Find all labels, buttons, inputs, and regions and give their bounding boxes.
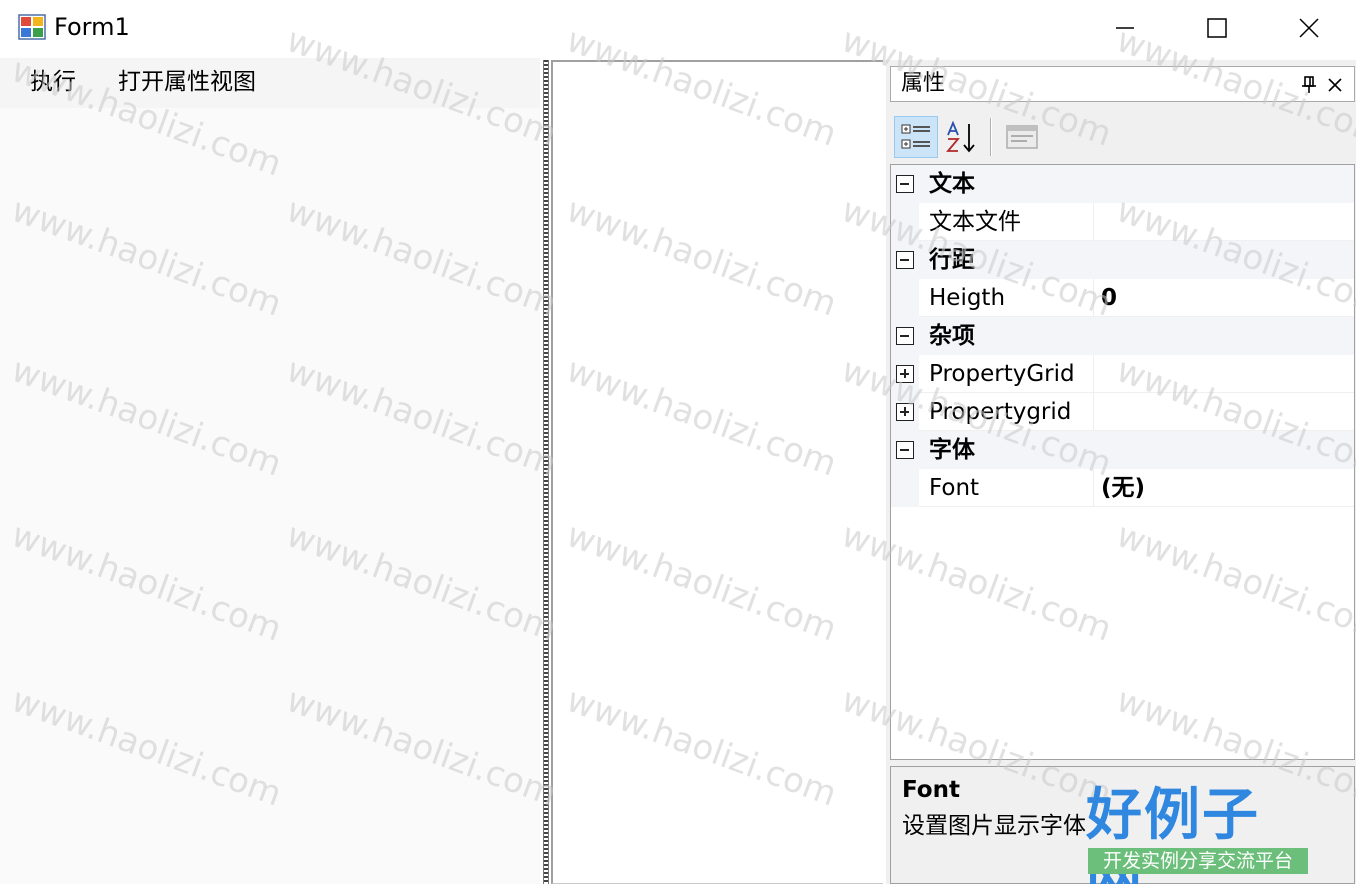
categorized-icon — [901, 124, 930, 149]
property-grid: 文本 文本文件 行距 Heigth 0 杂项 PropertyGrid Prop… — [890, 164, 1355, 760]
column-divider[interactable] — [1093, 355, 1094, 393]
collapse-icon[interactable] — [896, 441, 914, 459]
properties-toolbar — [890, 112, 1355, 162]
collapse-icon[interactable] — [896, 251, 914, 269]
maximize-icon — [1207, 18, 1227, 38]
property-pages-icon — [1006, 125, 1038, 149]
middle-panel — [551, 60, 883, 884]
collapse-icon[interactable] — [896, 175, 914, 193]
properties-dock: 属性 文本 文本文件 行距 Heigth 0 杂项 PropertyGrid P… — [886, 60, 1356, 884]
column-divider[interactable] — [1093, 393, 1094, 431]
help-title: Font — [902, 777, 960, 803]
property-pages-button[interactable] — [1000, 116, 1044, 158]
category-row: 字体 — [891, 431, 1354, 469]
help-pane: Font 设置图片显示字体 — [890, 766, 1355, 884]
alphabetical-icon — [946, 120, 975, 153]
property-row[interactable]: PropertyGrid — [891, 355, 1354, 393]
category-row: 行距 — [891, 241, 1354, 279]
property-name: Heigth — [929, 285, 1006, 311]
alphabetical-button[interactable] — [940, 116, 984, 158]
column-divider[interactable] — [1093, 279, 1094, 317]
category-label: 文本 — [929, 171, 975, 197]
categorized-button[interactable] — [894, 116, 938, 158]
category-label: 杂项 — [929, 323, 975, 349]
window-title: Form1 — [54, 13, 130, 41]
property-row[interactable]: Heigth 0 — [891, 279, 1354, 317]
expand-icon[interactable] — [896, 365, 914, 383]
minimize-icon — [1116, 27, 1134, 29]
help-description: 设置图片显示字体 — [902, 813, 1086, 839]
property-name: PropertyGrid — [929, 361, 1075, 387]
property-name: Font — [929, 475, 980, 501]
minimize-button[interactable] — [1079, 0, 1171, 56]
maximize-button[interactable] — [1171, 0, 1263, 56]
menu-item-execute[interactable]: 执行 — [28, 66, 78, 98]
property-row[interactable]: Propertygrid — [891, 393, 1354, 431]
category-label: 行距 — [929, 247, 975, 273]
property-row[interactable]: Font (无) — [891, 469, 1354, 507]
property-name: 文本文件 — [929, 209, 1021, 235]
properties-header: 属性 — [890, 66, 1355, 102]
property-name: Propertygrid — [929, 399, 1072, 425]
category-label: 字体 — [929, 437, 975, 463]
property-row[interactable]: 文本文件 — [891, 203, 1354, 241]
close-button[interactable] — [1263, 0, 1355, 56]
menu-item-open-property-view[interactable]: 打开属性视图 — [116, 66, 258, 98]
pin-icon[interactable] — [1301, 76, 1317, 94]
left-content-area — [0, 108, 540, 884]
category-row: 文本 — [891, 165, 1354, 203]
column-divider[interactable] — [1093, 203, 1094, 241]
app-icon — [18, 14, 46, 40]
toolbar-separator — [990, 118, 992, 156]
row-gutter — [891, 203, 919, 241]
menu-strip: 执行 打开属性视图 — [0, 58, 540, 108]
properties-title: 属性 — [901, 71, 946, 96]
title-bar: Form1 — [0, 0, 1356, 56]
close-icon — [1299, 18, 1319, 38]
collapse-icon[interactable] — [896, 327, 914, 345]
row-gutter — [891, 279, 919, 317]
close-icon[interactable] — [1327, 77, 1343, 93]
expand-icon[interactable] — [896, 403, 914, 421]
row-gutter — [891, 469, 919, 507]
property-value[interactable]: 0 — [1101, 283, 1117, 313]
property-value[interactable]: (无) — [1101, 473, 1145, 503]
column-divider[interactable] — [1093, 469, 1094, 507]
splitter-handle[interactable] — [543, 60, 549, 884]
category-row: 杂项 — [891, 317, 1354, 355]
